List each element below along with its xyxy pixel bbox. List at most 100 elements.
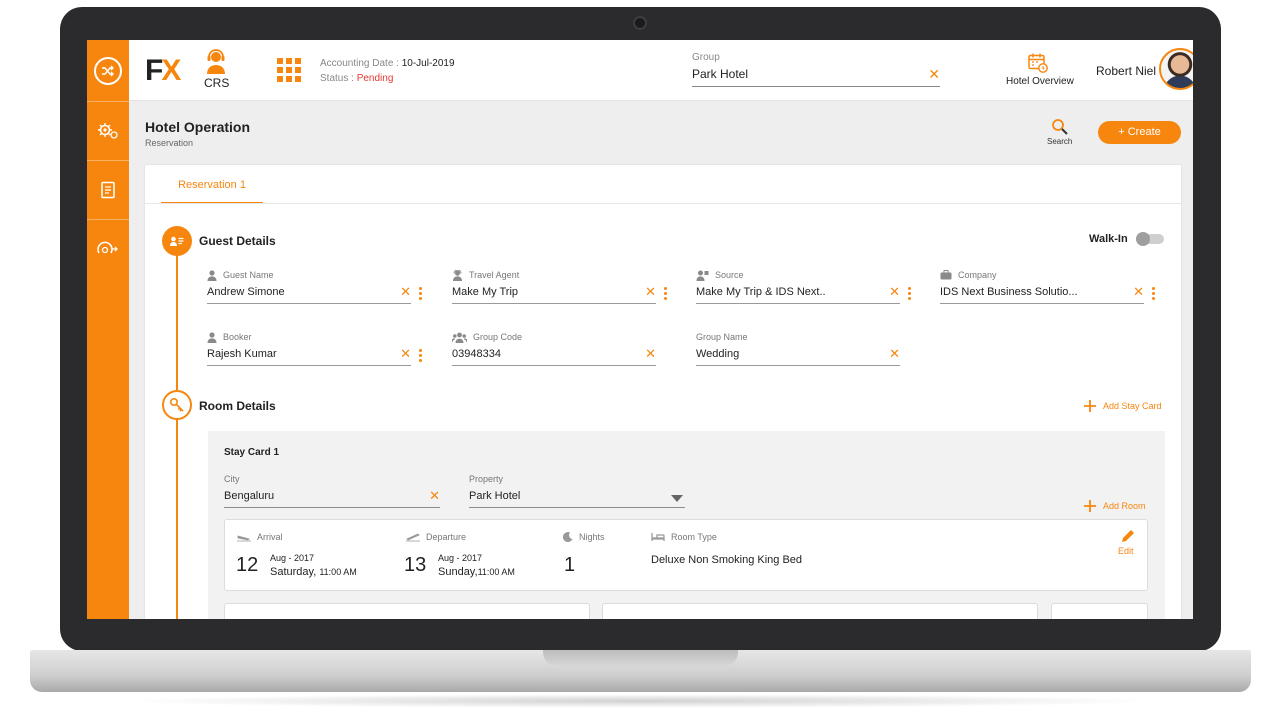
briefcase-icon (940, 270, 952, 280)
tab-divider (145, 203, 1181, 204)
dashboard-icon (97, 241, 118, 253)
agent-headset-icon (207, 49, 225, 74)
crs-module-button[interactable] (201, 48, 231, 79)
booker-value: Rajesh Kumar (207, 348, 277, 360)
room-type-header: Room Type (651, 532, 717, 542)
guest-name-field[interactable]: Guest Name Andrew Simone ✕ (207, 268, 411, 304)
left-rail (87, 40, 129, 619)
arrival-header: Arrival (237, 532, 283, 542)
guest-details-marker (162, 226, 192, 256)
add-room-label: Add Room (1103, 501, 1146, 511)
company-menu-icon[interactable] (1152, 287, 1156, 302)
room-type-value: Deluxe Non Smoking King Bed (651, 554, 803, 566)
stay-card-title: Stay Card 1 (224, 447, 280, 458)
search-icon (1052, 119, 1068, 135)
group-label: Group (692, 52, 720, 63)
room-details-title: Room Details (199, 399, 276, 413)
travel-agent-menu-icon[interactable] (664, 287, 668, 302)
tab-reservation-1[interactable]: Reservation 1 (161, 165, 263, 204)
rail-item-dashboard[interactable] (87, 219, 129, 277)
clear-travel-agent-icon[interactable]: ✕ (645, 286, 656, 300)
clear-booker-icon[interactable]: ✕ (400, 348, 411, 362)
clear-group-icon[interactable]: ✕ (928, 66, 940, 83)
crs-label: CRS (204, 76, 230, 90)
group-code-field[interactable]: Group Code 03948334 ✕ (452, 330, 656, 366)
search-label: Search (1047, 137, 1073, 146)
hotel-overview-button[interactable] (1005, 52, 1071, 79)
departure-label: Departure (426, 532, 467, 542)
shuffle-icon (94, 56, 122, 85)
source-field[interactable]: Source Make My Trip & IDS Next.. ✕ (696, 268, 900, 304)
guest-name-label: Guest Name (223, 270, 274, 280)
source-value: Make My Trip & IDS Next.. (696, 286, 826, 298)
add-stay-card-label: Add Stay Card (1103, 401, 1162, 411)
nights-header: Nights (563, 532, 605, 542)
clear-group-name-icon[interactable]: ✕ (889, 348, 900, 362)
clear-source-icon[interactable]: ✕ (889, 286, 900, 300)
departure-header: Departure (406, 532, 466, 542)
arrival-weekday-text: Saturday, (270, 566, 317, 578)
rail-item-settings[interactable] (87, 101, 129, 159)
laptop-camera (633, 16, 647, 30)
travel-agent-field[interactable]: Travel Agent Make My Trip ✕ (452, 268, 656, 304)
settings-icon (98, 122, 118, 139)
booker-label: Booker (223, 332, 252, 342)
arrival-day: 12 (236, 554, 259, 576)
source-menu-icon[interactable] (908, 287, 912, 302)
user-name: Robert Niel (1096, 64, 1157, 78)
travel-agent-label: Travel Agent (469, 270, 520, 280)
nights-value: 1 (564, 554, 576, 576)
booker-menu-icon[interactable] (419, 349, 423, 364)
key-icon (169, 397, 184, 412)
clear-group-code-icon[interactable]: ✕ (645, 348, 656, 362)
departure-day: 13 (404, 554, 427, 576)
room-details-marker (162, 390, 192, 420)
group-name-field[interactable]: Group Name Wedding ✕ (696, 330, 900, 366)
create-button[interactable]: + Create (1098, 121, 1181, 144)
city-field[interactable]: City Bengaluru ✕ (224, 472, 440, 508)
departure-month: Aug - 2017 (438, 553, 483, 563)
page-title: Hotel Operation (145, 119, 251, 135)
group-input[interactable]: Park Hotel ✕ (692, 66, 940, 87)
clear-guest-name-icon[interactable]: ✕ (400, 286, 411, 300)
source-icon (696, 270, 709, 281)
group-icon (452, 332, 467, 343)
company-value: IDS Next Business Solutio... (940, 286, 1078, 298)
apps-grid-icon[interactable] (277, 58, 301, 82)
add-stay-card-button[interactable]: Add Stay Card (1083, 399, 1162, 413)
clear-company-icon[interactable]: ✕ (1133, 286, 1144, 300)
app-screen: FX CRS Accounting Date : 10-Jul-2019 Sta… (87, 40, 1193, 619)
arrival-time: 11:00 AM (319, 567, 357, 577)
reservation-card: Reservation 1 Guest Details Walk-In Gues… (145, 165, 1181, 619)
clear-city-icon[interactable]: ✕ (429, 490, 440, 504)
occupancy-panel (602, 603, 1038, 619)
stay-card: Stay Card 1 City Bengaluru ✕ Property Par… (208, 431, 1165, 619)
property-value: Park Hotel (469, 490, 521, 502)
status-label: Status : (320, 73, 354, 84)
departure-weekday-text: Sunday, (438, 566, 478, 578)
brand-logo[interactable]: FX (145, 54, 181, 88)
laptop-shadow (120, 694, 1160, 708)
rail-item-reports[interactable] (87, 160, 129, 218)
nights-label: Nights (579, 532, 605, 542)
source-label: Source (715, 270, 744, 280)
property-select[interactable]: Property Park Hotel (469, 472, 685, 508)
agent-icon (453, 269, 462, 281)
extra-panel (1051, 603, 1148, 619)
edit-room-label: Edit (1118, 546, 1134, 556)
timeline-line (176, 253, 178, 619)
add-room-button[interactable]: Add Room (1083, 499, 1146, 513)
arrival-month: Aug - 2017 (270, 553, 315, 563)
guest-details-title: Guest Details (199, 234, 276, 248)
departure-icon (406, 533, 420, 542)
booker-field[interactable]: Booker Rajesh Kumar ✕ (207, 330, 411, 366)
avatar[interactable] (1159, 48, 1193, 90)
rail-toggle-button[interactable] (87, 40, 129, 101)
arrival-label: Arrival (257, 532, 283, 542)
booker-icon (207, 331, 217, 343)
pencil-icon (1122, 530, 1134, 542)
walk-in-toggle[interactable] (1136, 232, 1164, 246)
guest-name-menu-icon[interactable] (419, 287, 423, 302)
company-field[interactable]: Company IDS Next Business Solutio... ✕ (940, 268, 1144, 304)
company-label: Company (958, 270, 997, 280)
